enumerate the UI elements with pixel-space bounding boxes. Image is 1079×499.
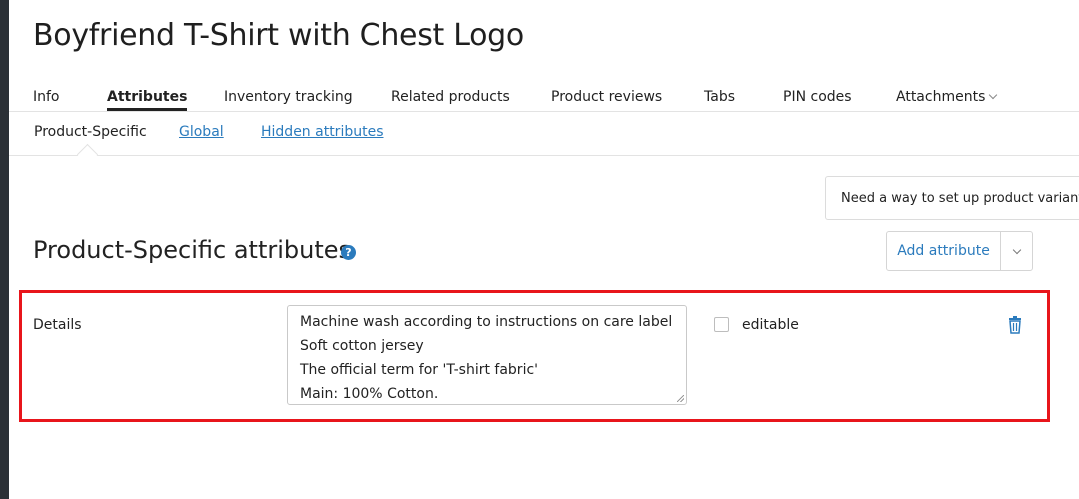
tab-pin-codes[interactable]: PIN codes [783,89,852,105]
tab-attachments[interactable]: Attachments [896,89,998,105]
attribute-value-line: Main: 100% Cotton. [300,386,439,402]
subtab-hidden-attributes[interactable]: Hidden attributes [261,124,384,140]
trash-icon[interactable] [1007,316,1023,334]
subtab-active-indicator [76,143,99,166]
subtab-product-specific[interactable]: Product-Specific [34,124,147,140]
add-attribute-dropdown-toggle[interactable] [1001,232,1032,270]
add-attribute-button-group: Add attribute [886,231,1033,271]
tab-info[interactable]: Info [33,89,60,105]
editable-label: editable [742,317,799,333]
chevron-down-icon [1012,245,1022,255]
textarea-resize-handle[interactable] [677,395,684,402]
chevron-down-icon [989,90,998,100]
tab-tabs[interactable]: Tabs [704,89,735,105]
variants-hint-box[interactable]: Need a way to set up product variants? [825,176,1079,220]
attribute-name: Details [33,317,82,333]
tab-attributes[interactable]: Attributes [107,89,188,111]
attribute-value-line: Soft cotton jersey [300,338,424,354]
attribute-value-line: The official term for 'T-shirt fabric' [300,362,538,378]
subtab-bar: Product-Specific Global Hidden attribute… [9,112,1079,166]
tab-related-products[interactable]: Related products [391,89,510,105]
section-title: Product-Specific attributes [33,236,352,264]
left-sidebar-edge [0,0,9,499]
page-title: Boyfriend T-Shirt with Chest Logo [33,18,524,53]
attribute-value-line: Machine wash according to instructions o… [300,314,673,330]
editable-checkbox[interactable] [714,317,729,332]
tab-inventory-tracking[interactable]: Inventory tracking [224,89,353,105]
variants-hint-text: Need a way to set up product variants? [841,191,1079,206]
tab-bar: Info Attributes Inventory tracking Relat… [9,88,1079,112]
add-attribute-button[interactable]: Add attribute [887,232,1001,270]
attribute-value-textarea[interactable]: Machine wash according to instructions o… [287,305,687,405]
question-circle-icon[interactable]: ? [341,245,356,260]
tab-product-reviews[interactable]: Product reviews [551,89,662,105]
tab-attachments-label: Attachments [896,89,986,105]
subtab-global[interactable]: Global [179,124,224,140]
